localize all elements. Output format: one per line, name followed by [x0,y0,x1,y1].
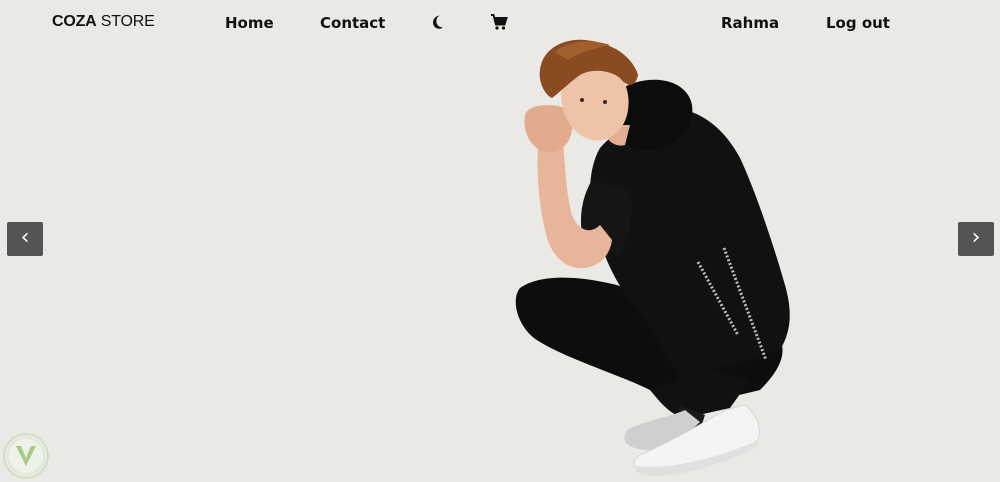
brand-logo[interactable]: COZA STORE [52,13,155,31]
page: ‹ › COZA STORE Home Contact Rahma Log ou… [0,0,1000,482]
moon-icon[interactable] [427,12,447,32]
top-navbar: COZA STORE Home Contact Rahma Log out [0,0,1000,46]
hero-model-image [515,39,790,476]
nav-user-link[interactable]: Rahma [721,14,779,32]
brand-logo-bold: COZA [52,13,97,30]
nav-contact-link[interactable]: Contact [320,14,385,32]
hero-slider: ‹ › [0,0,1000,482]
nav-logout-link[interactable]: Log out [826,14,890,32]
slider-next-button[interactable]: › [958,222,994,256]
slider-prev-button[interactable]: ‹ [7,222,43,256]
nav-home-link[interactable]: Home [225,14,274,32]
watermark-badge-icon [3,433,49,479]
cart-icon[interactable] [489,12,509,32]
brand-logo-light: STORE [96,13,155,30]
